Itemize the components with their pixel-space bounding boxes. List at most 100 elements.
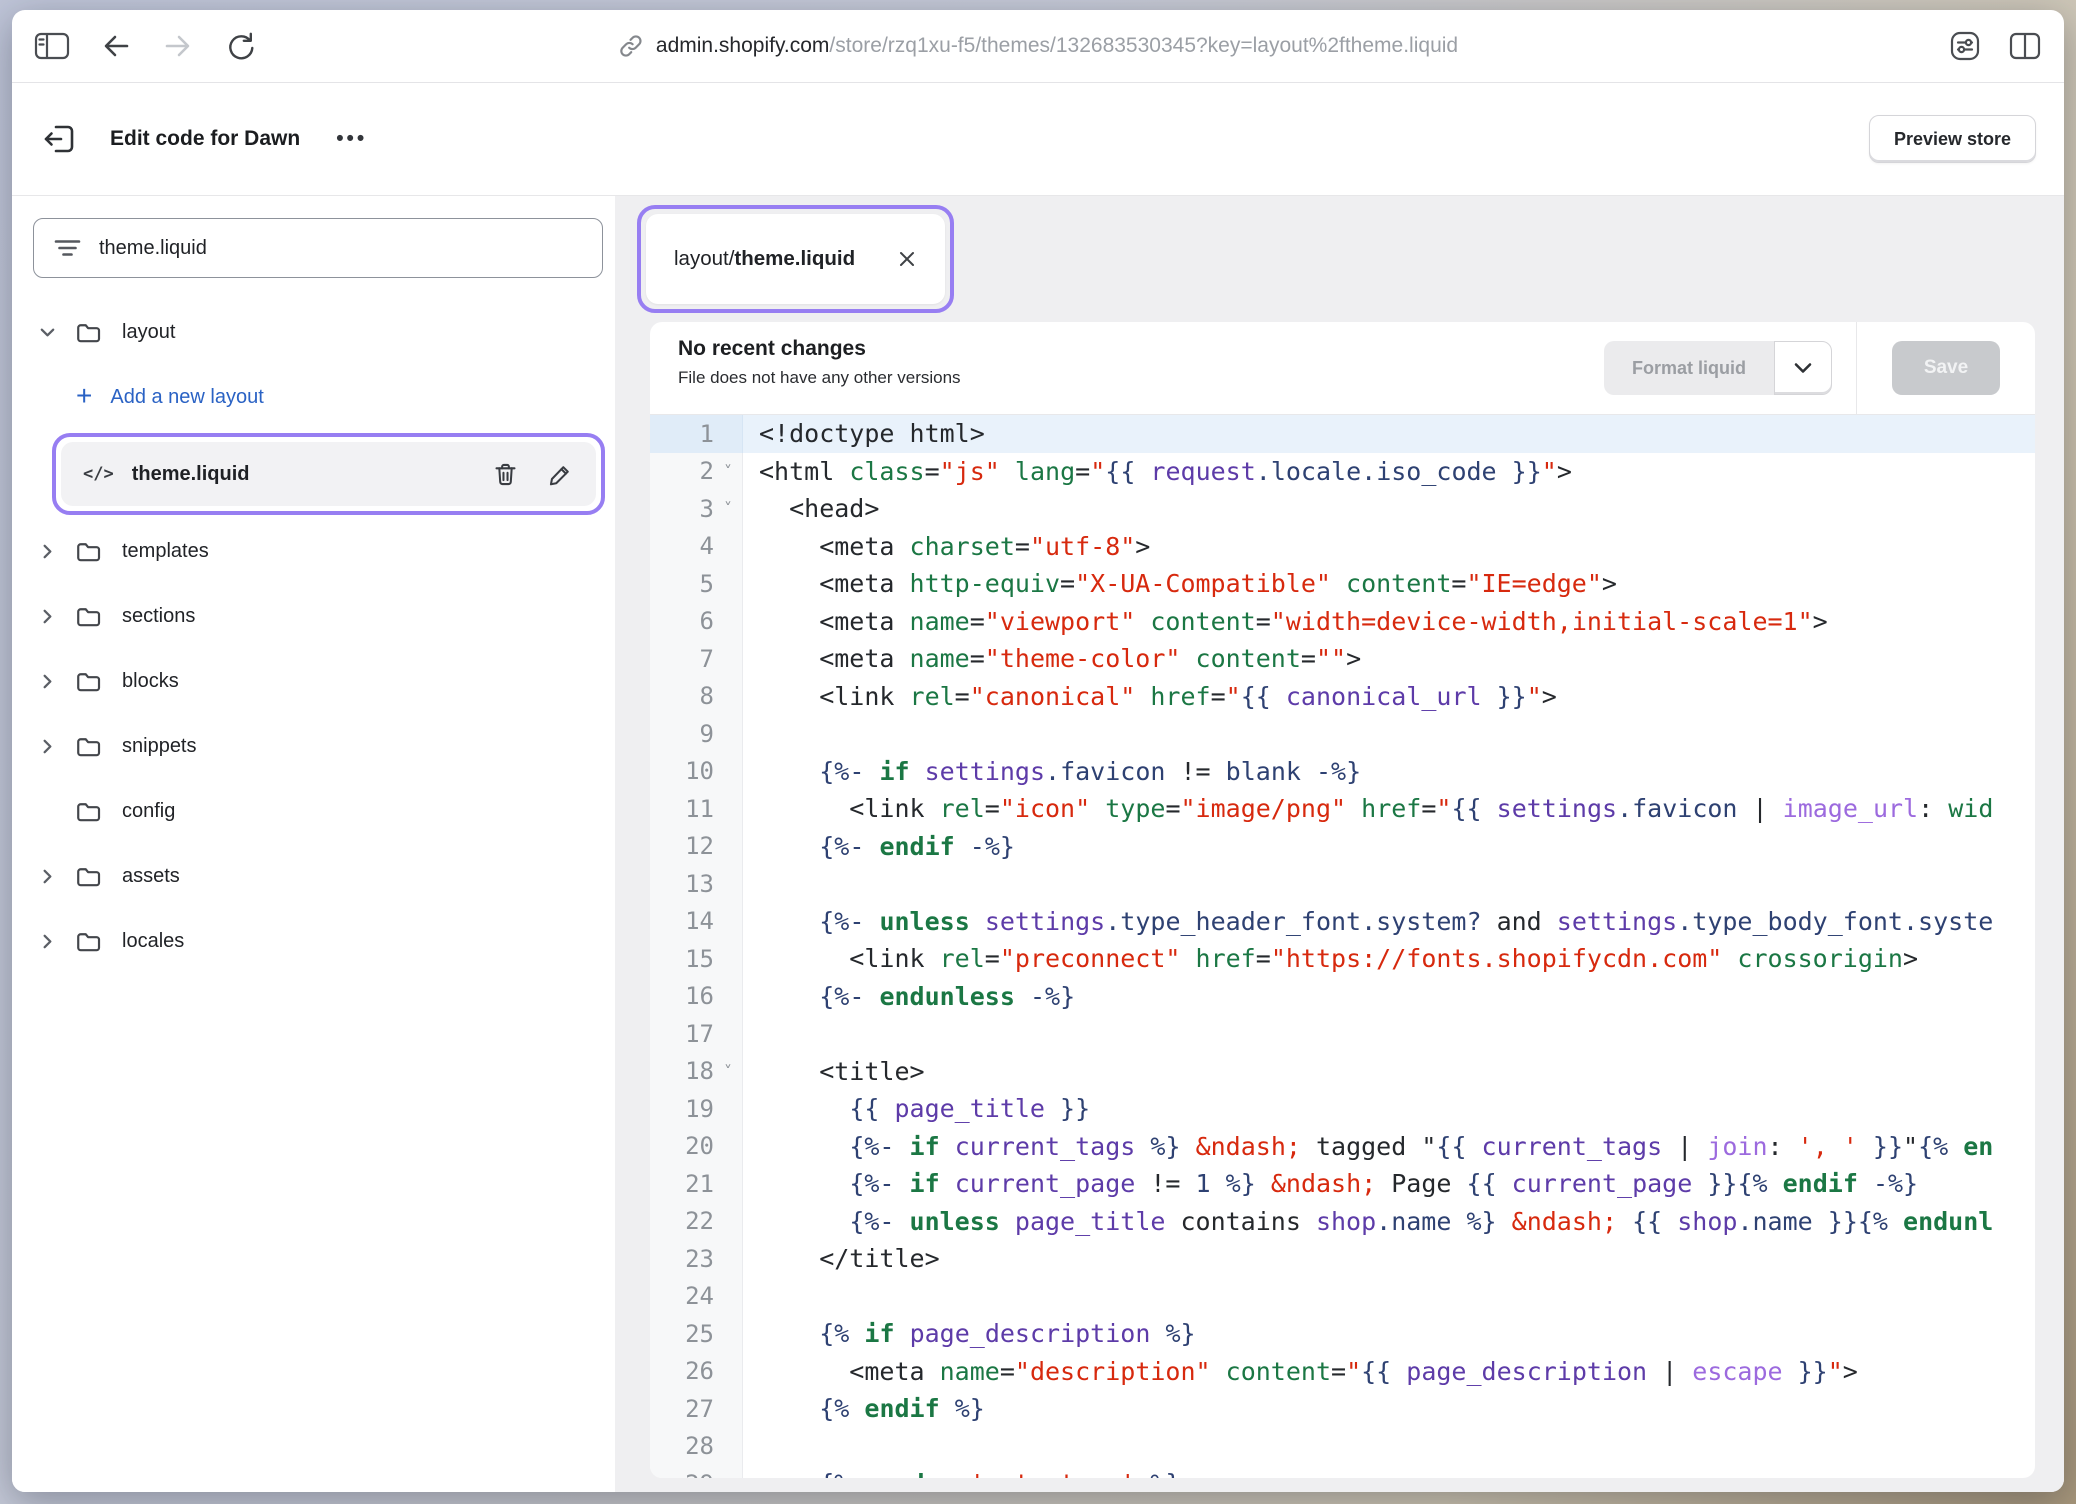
sidebar-folder-blocks[interactable]: blocks [12, 649, 615, 714]
tab-file-name: theme.liquid [734, 247, 855, 270]
code-text [743, 1015, 759, 1053]
delete-icon[interactable] [492, 461, 519, 488]
more-actions-button[interactable]: ••• [330, 127, 373, 151]
tab-path-prefix: layout/ [674, 247, 734, 270]
line-number: 22 [650, 1203, 743, 1241]
format-liquid-button[interactable]: Format liquid [1604, 341, 1774, 395]
code-line-13[interactable]: 13 [650, 865, 2035, 903]
code-text: {%- endif -%} [743, 828, 1015, 866]
line-number: 17 [650, 1015, 743, 1053]
fold-chevron-icon[interactable]: ˅ [714, 499, 742, 518]
code-line-2[interactable]: 2˅<html class="js" lang="{{ request.loca… [650, 453, 2035, 491]
sidebar-toggle-icon[interactable] [34, 31, 70, 61]
sidebar-item-theme-liquid[interactable]: </>theme.liquid [61, 442, 596, 506]
code-editor[interactable]: 1<!doctype html>2˅<html class="js" lang=… [650, 415, 2035, 1478]
code-line-6[interactable]: 6 <meta name="viewport" content="width=d… [650, 603, 2035, 641]
line-number: 29 [650, 1465, 743, 1478]
page-title: Edit code for Dawn [110, 127, 300, 151]
sidebar-folder-snippets[interactable]: snippets [12, 714, 615, 779]
code-line-22[interactable]: 22 {%- unless page_title contains shop.n… [650, 1203, 2035, 1241]
line-number: 10 [650, 753, 743, 791]
page-settings-icon[interactable] [1948, 29, 1982, 63]
sidebar-folder-locales[interactable]: locales [12, 909, 615, 974]
line-number: 14 [650, 903, 743, 941]
code-line-7[interactable]: 7 <meta name="theme-color" content=""> [650, 640, 2035, 678]
code-line-21[interactable]: 21 {%- if current_page != 1 %} &ndash; P… [650, 1165, 2035, 1203]
version-header: No recent changes File does not have any… [650, 322, 2035, 415]
code-line-20[interactable]: 20 {%- if current_tags %} &ndash; tagged… [650, 1128, 2035, 1166]
folder-icon [74, 862, 103, 891]
code-text: {%- if current_tags %} &ndash; tagged "{… [743, 1128, 1993, 1166]
sidebar-folder-config[interactable]: config [12, 779, 615, 844]
code-line-5[interactable]: 5 <meta http-equiv="X-UA-Compatible" con… [650, 565, 2035, 603]
split-view-icon[interactable] [2008, 31, 2042, 61]
code-line-1[interactable]: 1<!doctype html> [650, 415, 2035, 453]
code-line-16[interactable]: 16 {%- endunless -%} [650, 978, 2035, 1016]
line-number: 12 [650, 828, 743, 866]
address-bar[interactable]: admin.shopify.com/store/rzq1xu-f5/themes… [618, 10, 1458, 82]
code-text: {%- unless settings.type_header_font.sys… [743, 903, 1993, 941]
code-line-29[interactable]: 29 {% render 'meta-tags' %} [650, 1465, 2035, 1478]
file-sidebar: theme.liquid layout +Add a new layout </>t… [12, 196, 615, 1492]
back-icon[interactable] [100, 31, 132, 61]
code-line-23[interactable]: 23 </title> [650, 1240, 2035, 1278]
code-line-18[interactable]: 18˅ <title> [650, 1053, 2035, 1091]
url-host: admin.shopify.com [656, 34, 830, 57]
code-text: <meta http-equiv="X-UA-Compatible" conte… [743, 565, 1617, 603]
code-line-15[interactable]: 15 <link rel="preconnect" href="https://… [650, 940, 2035, 978]
sidebar-folder-sections[interactable]: sections [12, 584, 615, 649]
code-line-27[interactable]: 27 {% endif %} [650, 1390, 2035, 1428]
code-text: {%- if current_page != 1 %} &ndash; Page… [743, 1165, 1918, 1203]
code-line-28[interactable]: 28 [650, 1428, 2035, 1466]
code-text [743, 1278, 759, 1316]
folder-icon [74, 318, 103, 347]
code-text: {%- unless page_title contains shop.name… [743, 1203, 1993, 1241]
file-search-input[interactable]: theme.liquid [33, 218, 603, 278]
reload-icon[interactable] [224, 30, 256, 62]
preview-store-button[interactable]: Preview store [1869, 115, 2036, 163]
code-line-10[interactable]: 10 {%- if settings.favicon != blank -%} [650, 753, 2035, 791]
sidebar-folder-layout[interactable]: layout [12, 300, 615, 365]
line-number: 16 [650, 978, 743, 1016]
tab-close-icon[interactable] [897, 249, 917, 269]
chevron-right-icon [38, 672, 57, 691]
sidebar-folder-assets[interactable]: assets [12, 844, 615, 909]
exit-icon[interactable] [40, 119, 80, 159]
code-line-14[interactable]: 14 {%- unless settings.type_header_font.… [650, 903, 2035, 941]
code-line-17[interactable]: 17 [650, 1015, 2035, 1053]
code-line-12[interactable]: 12 {%- endif -%} [650, 828, 2035, 866]
folder-icon [74, 732, 103, 761]
line-number: 25 [650, 1315, 743, 1353]
rename-icon[interactable] [547, 461, 574, 488]
code-line-25[interactable]: 25 {% if page_description %} [650, 1315, 2035, 1353]
code-line-19[interactable]: 19 {{ page_title }} [650, 1090, 2035, 1128]
code-text [743, 1428, 759, 1466]
chevron-right-icon [38, 542, 57, 561]
forward-icon [162, 31, 194, 61]
code-line-4[interactable]: 4 <meta charset="utf-8"> [650, 528, 2035, 566]
line-number: 1 [650, 415, 743, 453]
code-line-3[interactable]: 3˅ <head> [650, 490, 2035, 528]
format-liquid-dropdown-button[interactable] [1774, 341, 1832, 395]
code-text: <link rel="icon" type="image/png" href="… [743, 790, 1993, 828]
fold-chevron-icon[interactable]: ˅ [714, 462, 742, 481]
folder-name-label: layout [122, 321, 175, 344]
code-line-26[interactable]: 26 <meta name="description" content="{{ … [650, 1353, 2035, 1391]
save-button[interactable]: Save [1892, 341, 2000, 395]
tab-layout-theme-liquid[interactable]: layout/theme.liquid [646, 214, 945, 304]
line-number: 18˅ [650, 1053, 743, 1091]
line-number: 2˅ [650, 453, 743, 491]
file-tree: layout +Add a new layout </>theme.liquid te… [12, 300, 615, 974]
line-number: 24 [650, 1278, 743, 1316]
code-text: <title> [743, 1053, 925, 1091]
code-line-9[interactable]: 9 [650, 715, 2035, 753]
fold-chevron-icon[interactable]: ˅ [714, 1062, 742, 1081]
line-number: 26 [650, 1353, 743, 1391]
line-number: 21 [650, 1165, 743, 1203]
code-line-11[interactable]: 11 <link rel="icon" type="image/png" hre… [650, 790, 2035, 828]
sidebar-folder-templates[interactable]: templates [12, 519, 615, 584]
code-line-8[interactable]: 8 <link rel="canonical" href="{{ canonic… [650, 678, 2035, 716]
code-line-24[interactable]: 24 [650, 1278, 2035, 1316]
code-text: <meta name="description" content="{{ pag… [743, 1353, 1858, 1391]
add-new-layout-button[interactable]: +Add a new layout [12, 365, 615, 429]
